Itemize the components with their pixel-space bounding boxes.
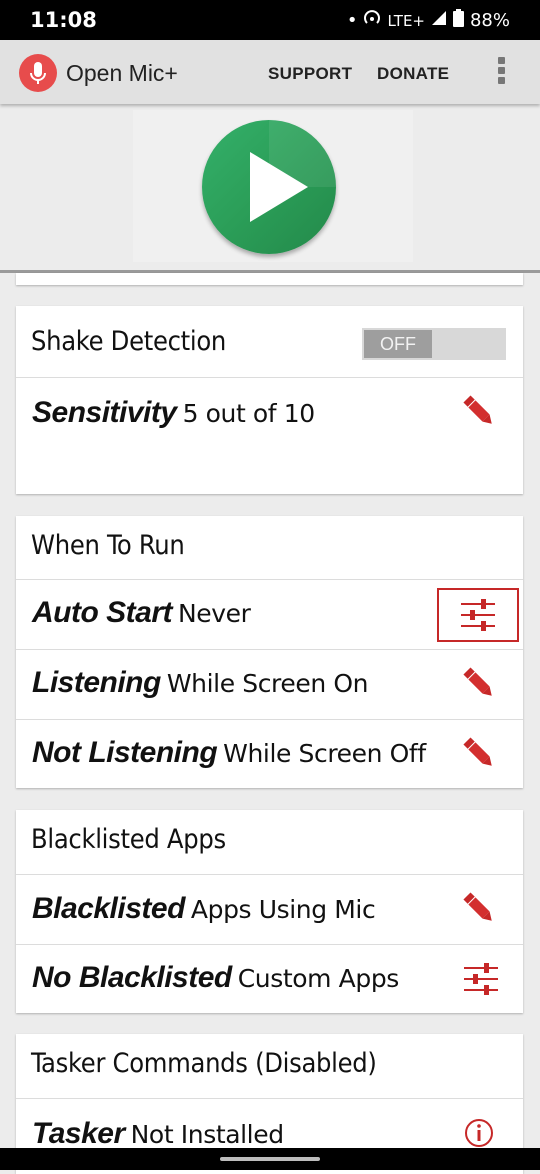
overflow-menu-icon[interactable] [494,57,508,89]
play-button[interactable] [202,120,336,254]
tasker-title: Tasker Commands (Disabled) [31,1048,377,1079]
network-type: LTE+ [387,11,425,30]
app-logo-mic-icon [19,54,57,92]
previous-card-edge [16,273,523,285]
toggle-knob: OFF [364,330,432,358]
sensitivity-row[interactable]: Sensitivity 5 out of 10 [16,378,523,494]
blacklisted-mic-row[interactable]: Blacklisted Apps Using Mic [16,875,523,945]
app-bar: Open Mic+ SUPPORT DONATE [0,40,540,104]
when-to-run-card: When To Run Auto Start Never Listening Whi… [16,516,523,788]
auto-start-label: Auto Start [32,596,173,629]
auto-start-sliders-button[interactable] [437,588,519,642]
auto-start-setting: Auto Start Never [32,596,251,630]
blacklisted-value: Apps Using Mic [190,895,376,924]
auto-start-row[interactable]: Auto Start Never [16,580,523,650]
no-blacklisted-value: Custom Apps [237,964,400,993]
sensitivity-label: Sensitivity [32,396,177,429]
pencil-icon[interactable] [460,889,498,932]
shake-detection-title: Shake Detection [31,326,226,357]
tasker-value: Not Installed [130,1120,284,1149]
not-listening-label: Not Listening [32,736,218,769]
sliders-icon[interactable] [456,955,506,1008]
status-icons: • LTE+ 88% [347,9,510,32]
blacklisted-mic-setting: Blacklisted Apps Using Mic [32,892,376,926]
pencil-icon[interactable] [460,664,498,707]
battery-percent: 88% [469,10,510,31]
when-to-run-title: When To Run [31,530,185,561]
not-listening-value: While Screen Off [223,739,426,768]
pencil-icon[interactable] [460,734,498,777]
auto-start-value: Never [178,599,251,628]
app-title: Open Mic+ [66,60,178,86]
listening-row[interactable]: Listening While Screen On [16,650,523,720]
pencil-icon[interactable] [460,392,498,435]
status-time: 11:08 [30,8,97,32]
not-listening-setting: Not Listening While Screen Off [32,736,426,770]
shake-detection-card: Shake Detection OFF Sensitivity 5 out of … [16,306,523,494]
sliders-icon [461,599,495,631]
dot-icon: • [346,10,358,31]
custom-apps-row[interactable]: No Blacklisted Custom Apps [16,945,523,1013]
tasker-header: Tasker Commands (Disabled) [16,1034,523,1099]
home-gesture-handle[interactable] [220,1157,320,1161]
tasker-setting: Tasker Not Installed [32,1117,284,1151]
when-to-run-header: When To Run [16,516,523,580]
listening-value: While Screen On [166,669,369,698]
system-nav-bar [0,1148,540,1170]
status-bar: 11:08 • LTE+ 88% [0,0,540,40]
listening-label: Listening [32,666,161,699]
signal-icon [431,10,447,31]
tasker-label: Tasker [32,1117,125,1150]
listening-setting: Listening While Screen On [32,666,368,700]
not-listening-row[interactable]: Not Listening While Screen Off [16,720,523,788]
blacklisted-apps-header: Blacklisted Apps [16,810,523,875]
shake-detection-toggle[interactable]: OFF [362,328,506,360]
donate-button[interactable]: DONATE [377,64,449,84]
blacklisted-apps-card: Blacklisted Apps Blacklisted Apps Using M… [16,810,523,1013]
blacklisted-apps-title: Blacklisted Apps [31,824,226,855]
support-button[interactable]: SUPPORT [268,64,352,84]
no-blacklisted-label: No Blacklisted [32,961,232,994]
hotspot-icon [363,9,381,32]
blacklisted-label: Blacklisted [32,892,185,925]
play-icon [250,120,336,222]
sensitivity-setting: Sensitivity 5 out of 10 [32,396,315,430]
battery-icon [452,9,464,32]
sensitivity-value: 5 out of 10 [182,399,316,428]
custom-apps-setting: No Blacklisted Custom Apps [32,961,399,995]
shake-detection-header: Shake Detection OFF [16,306,523,378]
